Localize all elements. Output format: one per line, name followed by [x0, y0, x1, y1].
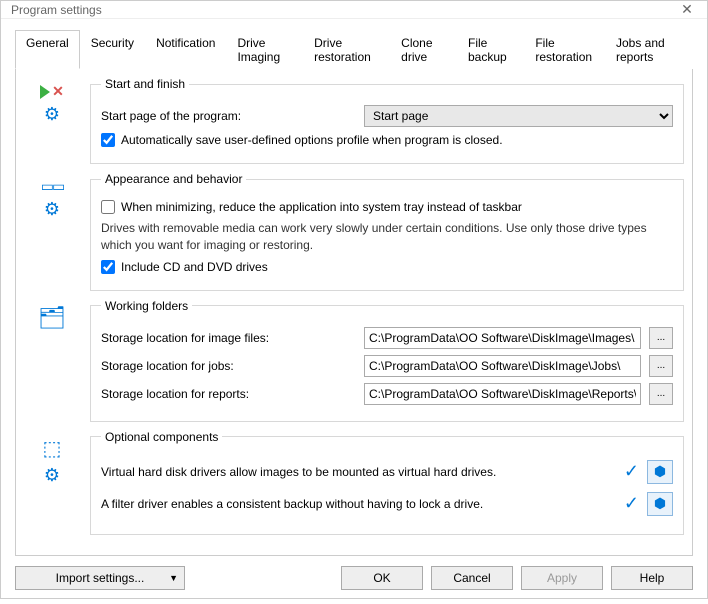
check-icon: ✓ [624, 493, 639, 514]
browse-images-button[interactable]: ... [649, 327, 673, 349]
images-path-input[interactable] [364, 327, 641, 349]
browse-jobs-button[interactable]: ... [649, 355, 673, 377]
tab-file-backup[interactable]: File backup [457, 30, 524, 69]
optional-legend: Optional components [101, 430, 222, 444]
tab-drive-imaging[interactable]: Drive Imaging [226, 30, 303, 69]
jobs-path-input[interactable] [364, 355, 641, 377]
appearance-icon-group: ▭▭ ⚙ [24, 172, 80, 291]
footer: Import settings... ▼ OK Cancel Apply Hel… [1, 556, 707, 604]
cancel-button[interactable]: Cancel [431, 566, 513, 590]
close-icon[interactable]: ✕ [677, 1, 697, 18]
vhd-text: Virtual hard disk drivers allow images t… [101, 465, 616, 479]
gear-icon: ⚙ [44, 104, 60, 125]
section-start: ✕ ⚙ Start and finish Start page of the p… [24, 77, 684, 164]
reports-label: Storage location for reports: [101, 387, 356, 401]
tabs-area: General Security Notification Drive Imag… [1, 19, 707, 556]
folders-icon-group: 🗂 [24, 299, 80, 422]
titlebar: Program settings ✕ [1, 1, 707, 19]
optional-icon-group: ⬚ ⚙ [24, 430, 80, 535]
section-folders: 🗂 Working folders Storage location for i… [24, 299, 684, 422]
window-title: Program settings [11, 3, 677, 17]
reports-path-input[interactable] [364, 383, 641, 405]
section-optional: ⬚ ⚙ Optional components Virtual hard dis… [24, 430, 684, 535]
removable-note: Drives with removable media can work ver… [101, 220, 673, 254]
include-cd-checkbox[interactable] [101, 260, 115, 274]
tab-notification[interactable]: Notification [145, 30, 226, 69]
gear-icon: ⚙ [44, 199, 60, 220]
jobs-label: Storage location for jobs: [101, 359, 356, 373]
tab-content: ✕ ⚙ Start and finish Start page of the p… [15, 69, 693, 556]
minimize-checkbox[interactable] [101, 200, 115, 214]
images-label: Storage location for image files: [101, 331, 356, 345]
filter-component-button[interactable]: ⬢ [647, 492, 673, 516]
vhd-component-button[interactable]: ⬢ [647, 460, 673, 484]
package-icon: ⬚ [43, 436, 62, 461]
appearance-legend: Appearance and behavior [101, 172, 246, 186]
help-button[interactable]: Help [611, 566, 693, 590]
folders-icon: 🗂 [38, 305, 66, 331]
tab-clone-drive[interactable]: Clone drive [390, 30, 457, 69]
filter-text: A filter driver enables a consistent bac… [101, 497, 616, 511]
start-page-label: Start page of the program: [101, 109, 356, 123]
tab-file-restoration[interactable]: File restoration [524, 30, 605, 69]
settings-window: Program settings ✕ Customize O&O DiskIma… [0, 0, 708, 599]
autosave-checkbox[interactable] [101, 133, 115, 147]
include-cd-label: Include CD and DVD drives [121, 260, 268, 274]
autosave-label: Automatically save user-defined options … [121, 133, 503, 147]
windows-icon: ▭▭ [41, 178, 63, 195]
section-appearance: ▭▭ ⚙ Appearance and behavior When minimi… [24, 172, 684, 291]
import-label: Import settings... [56, 571, 145, 585]
tab-jobs-reports[interactable]: Jobs and reports [605, 30, 693, 69]
check-icon: ✓ [624, 461, 639, 482]
tab-bar: General Security Notification Drive Imag… [15, 29, 693, 69]
start-icon-group: ✕ ⚙ [24, 77, 80, 164]
gear-icon: ⚙ [44, 465, 60, 486]
apply-button[interactable]: Apply [521, 566, 603, 590]
import-settings-button[interactable]: Import settings... ▼ [15, 566, 185, 590]
tab-general[interactable]: General [15, 30, 80, 69]
start-legend: Start and finish [101, 77, 189, 91]
minimize-label: When minimizing, reduce the application … [121, 200, 522, 214]
browse-reports-button[interactable]: ... [649, 383, 673, 405]
chevron-down-icon: ▼ [169, 573, 178, 583]
x-icon: ✕ [52, 83, 64, 100]
start-page-select[interactable]: Start page [364, 105, 673, 127]
folders-legend: Working folders [101, 299, 192, 313]
ok-button[interactable]: OK [341, 566, 423, 590]
tab-drive-restoration[interactable]: Drive restoration [303, 30, 390, 69]
tab-security[interactable]: Security [80, 30, 145, 69]
play-icon [40, 85, 50, 99]
